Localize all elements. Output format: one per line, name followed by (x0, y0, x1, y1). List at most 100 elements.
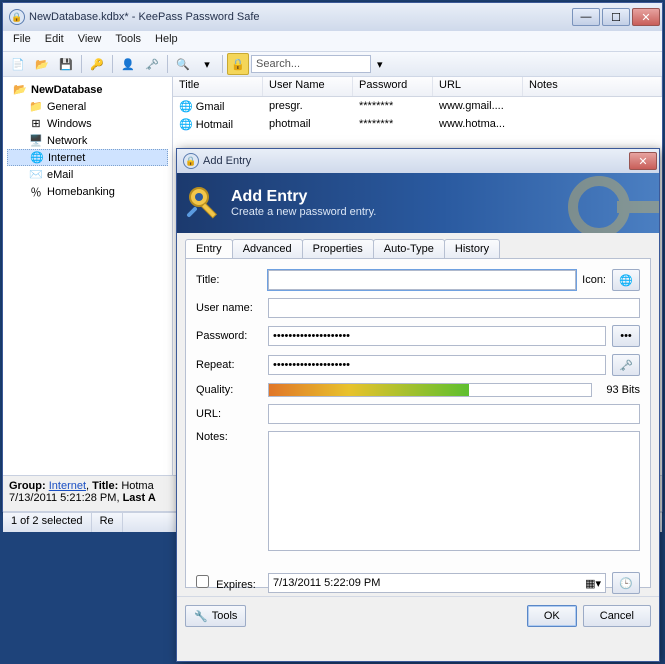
notes-input[interactable] (268, 431, 640, 551)
reveal-password-button[interactable]: ••• (612, 325, 640, 347)
repeat-label: Repeat: (196, 359, 262, 371)
search-icon[interactable]: 🔍 (172, 53, 194, 75)
menu-help[interactable]: Help (155, 33, 178, 49)
group-tree: 📂 NewDatabase 📁 General ⊞Windows 🖥️Networ… (3, 77, 173, 475)
cell-title: Hotmail (196, 119, 233, 131)
generate-password-button[interactable]: 🗝️ (612, 354, 640, 376)
tree-item-homebanking[interactable]: ％ Homebanking (7, 183, 168, 200)
status-ready: Re (92, 513, 123, 532)
app-icon: 🔒 (9, 9, 25, 25)
cell-url: www.gmail.... (433, 100, 523, 112)
tree-item-network[interactable]: 🖥️Network (7, 132, 168, 149)
banner-title: Add Entry (231, 188, 376, 206)
tree-root[interactable]: 📂 NewDatabase (7, 81, 168, 98)
username-input[interactable] (268, 298, 640, 318)
cancel-button[interactable]: Cancel (583, 605, 651, 627)
ok-button[interactable]: OK (527, 605, 577, 627)
status-selection: 1 of 2 selected (3, 513, 92, 532)
tree-item-windows[interactable]: ⊞Windows (7, 115, 168, 132)
cell-pass: ******** (353, 118, 433, 130)
titlebar: 🔒 NewDatabase.kdbx* - KeePass Password S… (3, 3, 662, 31)
lock-icon[interactable]: 🔒 (227, 53, 249, 75)
tree-item-general[interactable]: 📁 General (7, 98, 168, 115)
tab-history[interactable]: History (444, 239, 500, 258)
add-entry-dialog: 🔒 Add Entry ✕ Add Entry Create a new pas… (176, 148, 660, 662)
tree-item-label: Internet (48, 152, 85, 164)
quality-text: 93 Bits (598, 384, 640, 396)
maximize-button[interactable]: ☐ (602, 8, 630, 26)
new-file-icon[interactable]: 📄 (7, 53, 29, 75)
dialog-icon: 🔒 (183, 153, 199, 169)
quality-label: Quality: (196, 384, 262, 396)
dialog-banner: Add Entry Create a new password entry. (177, 173, 659, 233)
minimize-button[interactable]: — (572, 8, 600, 26)
quality-bar (268, 383, 592, 397)
repeat-input[interactable] (268, 355, 606, 375)
col-pass[interactable]: Password (353, 77, 433, 96)
username-label: User name: (196, 302, 262, 314)
expires-preset-button[interactable]: 🕒 (612, 572, 640, 594)
col-title[interactable]: Title (173, 77, 263, 96)
cell-title: Gmail (196, 101, 225, 113)
tab-autotype[interactable]: Auto-Type (373, 239, 445, 258)
col-url[interactable]: URL (433, 77, 523, 96)
globe-icon: 🌐 (179, 119, 193, 131)
globe-icon: 🌐 (179, 101, 193, 113)
dialog-footer: 🔧 Tools OK Cancel (177, 596, 659, 635)
toolbar: 📄 📂 💾 🔑 👤 🗝️ 🔍 ▾ 🔒 Search... ▾ (3, 51, 662, 77)
search-input[interactable]: Search... (251, 55, 371, 73)
list-row[interactable]: 🌐 Gmail presgr. ******** www.gmail.... (173, 97, 662, 115)
dialog-close-button[interactable]: ✕ (629, 152, 657, 170)
expires-checkbox[interactable] (196, 575, 209, 588)
add-entry-icon[interactable]: 🔑 (86, 53, 108, 75)
tree-item-label: Homebanking (47, 186, 115, 198)
dialog-tabs: Entry Advanced Properties Auto-Type Hist… (177, 233, 659, 258)
cell-user: presgr. (263, 100, 353, 112)
menu-edit[interactable]: Edit (45, 33, 64, 49)
find-dropdown-icon[interactable]: ▾ (196, 53, 218, 75)
tab-advanced[interactable]: Advanced (232, 239, 303, 258)
tab-entry[interactable]: Entry (185, 239, 233, 258)
detail-time: 7/13/2011 5:21:28 PM (9, 492, 116, 504)
password-label: Password: (196, 330, 262, 342)
menubar: File Edit View Tools Help (3, 31, 662, 51)
detail-group-label: Group: (9, 480, 46, 492)
expires-field[interactable]: 7/13/2011 5:22:09 PM ▦▾ (268, 573, 606, 593)
menu-file[interactable]: File (13, 33, 31, 49)
tree-root-label: NewDatabase (31, 84, 103, 96)
icon-label: Icon: (582, 274, 606, 286)
col-notes[interactable]: Notes (523, 77, 662, 96)
search-placeholder: Search... (256, 58, 300, 70)
col-user[interactable]: User Name (263, 77, 353, 96)
url-input[interactable] (268, 404, 640, 424)
close-button[interactable]: ✕ (632, 8, 660, 26)
user-copy-icon[interactable]: 👤 (117, 53, 139, 75)
tree-item-label: General (47, 101, 86, 113)
tree-item-email[interactable]: ✉️eMail (7, 166, 168, 183)
key-copy-icon[interactable]: 🗝️ (141, 53, 163, 75)
password-input[interactable] (268, 326, 606, 346)
globe-icon: 🌐 (30, 151, 44, 165)
title-input[interactable] (268, 270, 576, 290)
dialog-title: Add Entry (203, 155, 251, 167)
tools-button[interactable]: 🔧 Tools (185, 605, 246, 627)
calendar-dropdown-icon[interactable]: ▦▾ (585, 577, 601, 590)
tree-item-internet[interactable]: 🌐 Internet (7, 149, 168, 166)
cell-pass: ******** (353, 100, 433, 112)
save-icon[interactable]: 💾 (55, 53, 77, 75)
detail-title-label: Title: (92, 480, 118, 492)
detail-group-link[interactable]: Internet (49, 480, 86, 492)
search-dropdown-icon[interactable]: ▾ (377, 58, 383, 71)
notes-label: Notes: (196, 431, 262, 443)
icon-picker-button[interactable]: 🌐 (612, 269, 640, 291)
folder-icon: 📁 (29, 100, 43, 114)
list-row[interactable]: 🌐 Hotmail photmail ******** www.hotma... (173, 115, 662, 133)
open-file-icon[interactable]: 📂 (31, 53, 53, 75)
tab-properties[interactable]: Properties (302, 239, 374, 258)
cell-user: photmail (263, 118, 353, 130)
percent-icon: ％ (29, 185, 43, 199)
menu-tools[interactable]: Tools (115, 33, 141, 49)
menu-view[interactable]: View (78, 33, 102, 49)
window-title: NewDatabase.kdbx* - KeePass Password Saf… (29, 11, 260, 23)
tree-item-label: eMail (47, 169, 73, 181)
